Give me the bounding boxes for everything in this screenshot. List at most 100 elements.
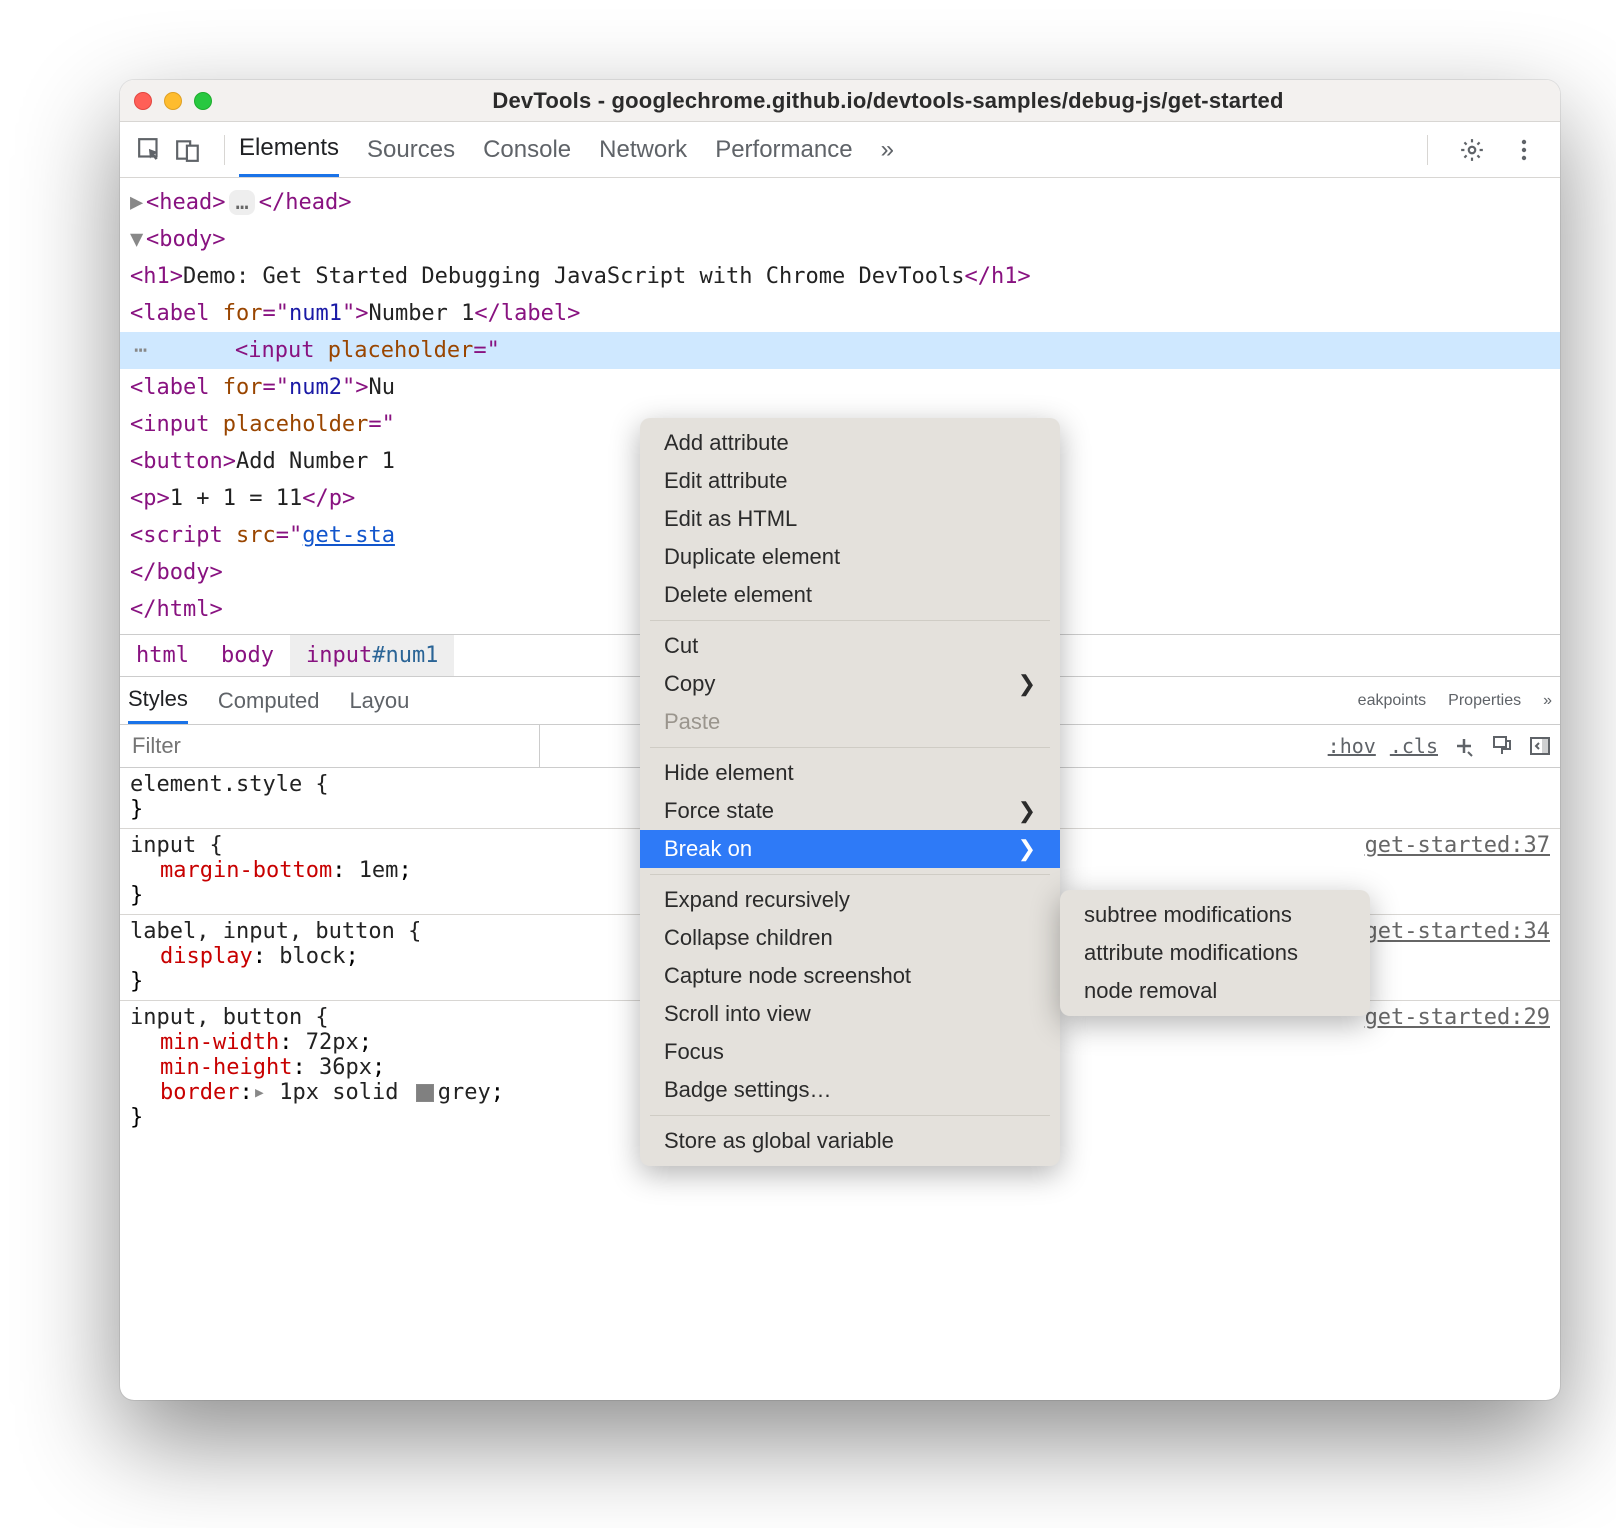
- ctx-duplicate-element[interactable]: Duplicate element: [640, 538, 1060, 576]
- prop-name[interactable]: margin-bottom: [160, 858, 332, 883]
- subtab-styles[interactable]: Styles: [128, 677, 188, 724]
- prop-value2[interactable]: grey: [438, 1080, 491, 1105]
- titlebar: DevTools - googlechrome.github.io/devtoo…: [120, 80, 1560, 122]
- main-toolbar: Elements Sources Console Network Perform…: [120, 122, 1560, 178]
- h1-open: <h1>: [130, 264, 183, 289]
- tab-console[interactable]: Console: [483, 122, 571, 177]
- ctx-hide-element[interactable]: Hide element: [640, 754, 1060, 792]
- rule-selector: label, input, button: [130, 919, 395, 944]
- tab-performance[interactable]: Performance: [715, 122, 852, 177]
- prop-name[interactable]: min-height: [160, 1055, 292, 1080]
- head-ellipsis: …: [229, 190, 254, 215]
- subtab-breakpoints[interactable]: eakpoints: [1358, 692, 1427, 710]
- subtabs-more[interactable]: »: [1543, 692, 1552, 710]
- tab-elements[interactable]: Elements: [239, 122, 339, 177]
- crumb-id: #num1: [372, 643, 438, 668]
- ctx-break-on[interactable]: Break on❯: [640, 830, 1060, 868]
- subtab-properties[interactable]: Properties: [1448, 692, 1521, 710]
- prop-value[interactable]: 1px solid: [279, 1080, 398, 1105]
- inspect-icon[interactable]: [134, 134, 166, 166]
- paint-icon[interactable]: [1490, 734, 1514, 758]
- color-swatch[interactable]: [416, 1084, 434, 1102]
- panel-toggle-icon[interactable]: [1528, 734, 1552, 758]
- prop-value[interactable]: 36px: [319, 1055, 372, 1080]
- sub-node-removal[interactable]: node removal: [1060, 972, 1370, 1010]
- cls-toggle[interactable]: .cls: [1390, 734, 1438, 758]
- ctx-paste: Paste: [640, 703, 1060, 741]
- ctx-label: Copy: [664, 671, 715, 697]
- ctx-label: Paste: [664, 709, 720, 735]
- ctx-expand-recursively[interactable]: Expand recursively: [640, 881, 1060, 919]
- traffic-lights: [134, 92, 212, 110]
- rule-source-link[interactable]: get-started:37: [1365, 833, 1550, 858]
- head-close: </head>: [259, 190, 352, 215]
- ctx-label: Force state: [664, 798, 774, 824]
- toolbar-separator: [1427, 135, 1428, 165]
- ctx-store-global[interactable]: Store as global variable: [640, 1122, 1060, 1160]
- ctx-cut[interactable]: Cut: [640, 627, 1060, 665]
- context-menu: Add attribute Edit attribute Edit as HTM…: [640, 418, 1060, 1166]
- device-icon[interactable]: [172, 134, 204, 166]
- ctx-focus[interactable]: Focus: [640, 1033, 1060, 1071]
- tabs-more[interactable]: »: [881, 122, 894, 177]
- zoom-window-button[interactable]: [194, 92, 212, 110]
- prop-value[interactable]: block: [279, 944, 345, 969]
- hov-toggle[interactable]: :hov: [1328, 734, 1376, 758]
- ctx-separator: [650, 747, 1050, 748]
- tab-network[interactable]: Network: [599, 122, 687, 177]
- styles-filter-input[interactable]: [120, 725, 540, 767]
- rule-source-link[interactable]: get-started:29: [1365, 1005, 1550, 1030]
- gear-icon[interactable]: [1456, 134, 1488, 166]
- prop-name[interactable]: display: [160, 944, 253, 969]
- rule-selector: input: [130, 833, 196, 858]
- devtools-window: DevTools - googlechrome.github.io/devtoo…: [120, 80, 1560, 1400]
- ctx-label: Break on: [664, 836, 752, 862]
- crumb-html[interactable]: html: [120, 635, 205, 676]
- kebab-icon[interactable]: [1508, 134, 1540, 166]
- ctx-badge-settings[interactable]: Badge settings…: [640, 1071, 1060, 1109]
- ctx-delete-element[interactable]: Delete element: [640, 576, 1060, 614]
- h1-text: Demo: Get Started Debugging JavaScript w…: [183, 264, 964, 289]
- script-src[interactable]: get-sta: [302, 523, 395, 548]
- submenu-arrow-icon: ❯: [1018, 671, 1036, 697]
- ctx-capture-screenshot[interactable]: Capture node screenshot: [640, 957, 1060, 995]
- prop-name[interactable]: min-width: [160, 1030, 279, 1055]
- ctx-edit-as-html[interactable]: Edit as HTML: [640, 500, 1060, 538]
- prop-value[interactable]: 1em: [359, 858, 399, 883]
- prop-name[interactable]: border: [160, 1080, 239, 1105]
- button-open: <button>: [130, 449, 236, 474]
- new-rule-icon[interactable]: [1452, 734, 1476, 758]
- sub-attribute-modifications[interactable]: attribute modifications: [1060, 934, 1370, 972]
- tab-sources[interactable]: Sources: [367, 122, 455, 177]
- submenu-arrow-icon: ❯: [1018, 798, 1036, 824]
- p-open: <p>: [130, 486, 170, 511]
- ctx-separator: [650, 620, 1050, 621]
- rule-source-link[interactable]: get-started:34: [1365, 919, 1550, 944]
- body-open[interactable]: <body>: [146, 227, 225, 252]
- p-text: 1 + 1 = 11: [170, 486, 302, 511]
- subtab-computed[interactable]: Computed: [218, 677, 320, 724]
- rule-selector: input, button: [130, 1005, 302, 1030]
- panel-tabs: Elements Sources Console Network Perform…: [239, 122, 894, 177]
- ctx-collapse-children[interactable]: Collapse children: [640, 919, 1060, 957]
- head-open: <head>: [146, 190, 225, 215]
- ctx-add-attribute[interactable]: Add attribute: [640, 424, 1060, 462]
- html-close: </html>: [130, 597, 223, 622]
- crumb-tag: input: [306, 643, 372, 668]
- subtab-layout[interactable]: Layou: [349, 677, 409, 724]
- button-text: Add Number 1: [236, 449, 395, 474]
- ctx-edit-attribute[interactable]: Edit attribute: [640, 462, 1060, 500]
- rule-selector: element.style: [130, 772, 302, 797]
- context-submenu-break-on: subtree modifications attribute modifica…: [1060, 890, 1370, 1016]
- ctx-separator: [650, 1115, 1050, 1116]
- close-window-button[interactable]: [134, 92, 152, 110]
- crumb-body[interactable]: body: [205, 635, 290, 676]
- selected-dom-row[interactable]: <input placeholder=": [120, 332, 1560, 369]
- sub-subtree-modifications[interactable]: subtree modifications: [1060, 896, 1370, 934]
- crumb-current[interactable]: input#num1: [290, 635, 454, 676]
- ctx-copy[interactable]: Copy ❯: [640, 665, 1060, 703]
- prop-value[interactable]: 72px: [306, 1030, 359, 1055]
- ctx-scroll-into-view[interactable]: Scroll into view: [640, 995, 1060, 1033]
- ctx-force-state[interactable]: Force state ❯: [640, 792, 1060, 830]
- minimize-window-button[interactable]: [164, 92, 182, 110]
